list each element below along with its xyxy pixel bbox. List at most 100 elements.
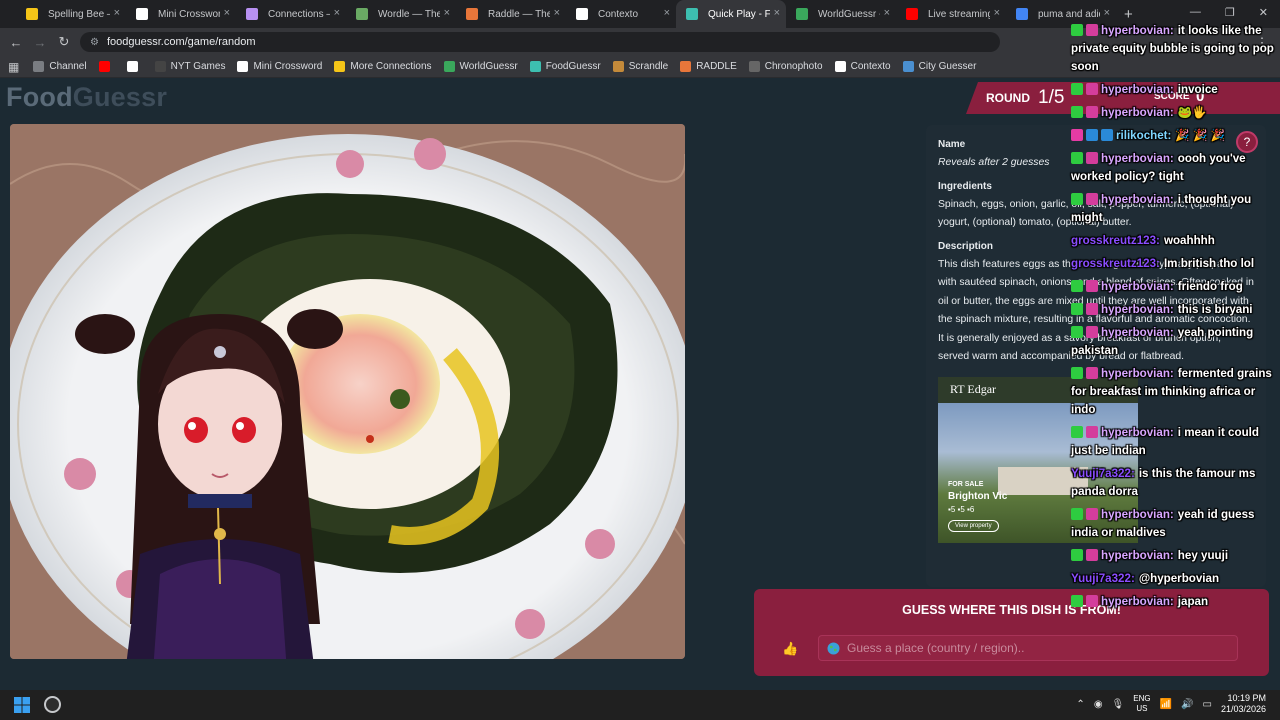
tab-close-icon[interactable]: × (224, 7, 230, 19)
bookmark-item[interactable]: City Guesser (902, 61, 976, 72)
forward-icon[interactable]: → (28, 35, 52, 50)
chrome-taskbar-icon[interactable] (44, 696, 61, 713)
tab-close-icon[interactable]: × (554, 7, 560, 19)
chevron-up-icon[interactable]: ⌃ (1076, 699, 1084, 710)
reload-icon[interactable]: ↻ (52, 34, 76, 50)
bookmark-favicon-icon (680, 61, 692, 72)
chat-username[interactable]: hyperbovian: (1101, 367, 1174, 380)
chat-username[interactable]: hyperbovian: (1101, 326, 1174, 339)
chat-text: friendo frog (1177, 280, 1243, 293)
tab-close-icon[interactable]: × (1104, 7, 1110, 19)
new-tab-icon[interactable]: + (1124, 6, 1133, 23)
chat-username[interactable]: rilikochet: (1116, 129, 1171, 142)
volume-icon[interactable]: 🔊 (1181, 699, 1193, 710)
chat-badge-icon (1071, 303, 1083, 315)
system-tray: ⌃ ◉ 🎙 ENG US 📶 🔊 ▭ 10:19 PM 21/03/2026 (1076, 693, 1266, 715)
bookmark-label: Channel (49, 61, 87, 72)
bookmark-item[interactable]: Channel (33, 61, 87, 72)
close-window-icon[interactable]: ✕ (1259, 6, 1268, 19)
bookmark-item[interactable]: FoodGuessr (529, 61, 601, 72)
bookmark-item[interactable]: WorldGuessr (443, 61, 518, 72)
chat-username[interactable]: hyperbovian: (1101, 595, 1174, 608)
browser-tab[interactable]: Quick Play - Food × (676, 0, 786, 28)
chat-text: @hyperbovian (1138, 572, 1220, 585)
browser-tab[interactable]: Wordle — The Ne × (346, 0, 456, 28)
clock-time: 10:19 PM (1227, 693, 1266, 703)
chat-username[interactable]: hyperbovian: (1101, 426, 1174, 439)
bookmark-label: Mini Crossword (253, 61, 323, 72)
site-info-icon[interactable]: ⚙ (90, 37, 99, 48)
chat-badge-icon (1086, 426, 1098, 438)
chat-message: hyperbovian: it looks like the private eq… (1071, 22, 1275, 76)
browser-tab[interactable]: Connections — Th × (236, 0, 346, 28)
app-tray-icon[interactable]: ◉ (1094, 699, 1103, 710)
chat-username[interactable]: hyperbovian: (1101, 549, 1174, 562)
tab-close-icon[interactable]: × (994, 7, 1000, 19)
browser-tab[interactable]: Spelling Bee — Th × (16, 0, 126, 28)
bookmark-item[interactable]: Scrandle (612, 61, 668, 72)
bookmark-item[interactable]: NYT Games (154, 61, 225, 72)
chat-username[interactable]: hyperbovian: (1101, 83, 1174, 96)
foodguessr-page: FoodGuessr ROUND 1/5 SCORE 0 Name Reveal… (0, 24, 1280, 690)
chat-username[interactable]: grosskreutz123: (1071, 234, 1160, 247)
clock[interactable]: 10:19 PM 21/03/2026 (1221, 693, 1266, 715)
browser-tab[interactable]: Raddle — The W × (456, 0, 566, 28)
apps-grid-icon[interactable]: ▦ (8, 60, 19, 74)
bookmark-item[interactable]: Contexto (834, 61, 891, 72)
chat-username[interactable]: hyperbovian: (1101, 152, 1174, 165)
chat-username[interactable]: Yuuji7a322: (1071, 467, 1135, 480)
chat-username[interactable]: hyperbovian: (1101, 303, 1174, 316)
browser-tab[interactable]: Contexto × (566, 0, 676, 28)
url-field[interactable]: ⚙ foodguessr.com/game/random (80, 32, 1000, 52)
tab-close-icon[interactable]: × (334, 7, 340, 19)
bookmark-favicon-icon (529, 61, 541, 72)
chat-badge-icon (1071, 152, 1083, 164)
chat-username[interactable]: hyperbovian: (1101, 106, 1174, 119)
maximize-icon[interactable]: ❐ (1225, 6, 1235, 19)
bookmark-item[interactable]: More Connections (334, 61, 432, 72)
back-icon[interactable]: ← (4, 35, 28, 50)
lang-code: ENG (1133, 694, 1151, 703)
language-indicator[interactable]: ENG US (1133, 694, 1150, 714)
browser-tab[interactable]: Mini Crossword - × (126, 0, 236, 28)
tab-close-icon[interactable]: × (444, 7, 450, 19)
chat-badge-icon (1086, 303, 1098, 315)
bookmark-item[interactable]: Mini Crossword (237, 61, 322, 72)
browser-tab[interactable]: WorldGuessr - Pla × (786, 0, 896, 28)
tab-label: Wordle — The Ne (378, 8, 440, 20)
tab-label: Spelling Bee — Th (48, 8, 110, 20)
tab-close-icon[interactable]: × (884, 7, 890, 19)
minimize-icon[interactable]: — (1190, 6, 1201, 19)
tab-favicon-icon (246, 8, 258, 20)
bookmark-item[interactable] (126, 61, 143, 72)
tab-close-icon[interactable]: × (114, 7, 120, 19)
bookmark-label: More Connections (350, 61, 432, 72)
chat-username[interactable]: Yuuji7a322: (1071, 572, 1135, 585)
chat-username[interactable]: grosskreutz123: (1071, 257, 1160, 270)
tab-label: Quick Play - Food (708, 8, 770, 20)
tab-close-icon[interactable]: × (774, 7, 780, 19)
chat-username[interactable]: hyperbovian: (1101, 24, 1174, 37)
guess-input[interactable]: Guess a place (country / region).. (818, 635, 1238, 661)
chat-username[interactable]: hyperbovian: (1101, 280, 1174, 293)
streamer-avatar (75, 309, 343, 659)
tab-label: puma and adidas (1038, 8, 1100, 20)
chat-badge-icon (1086, 24, 1098, 36)
bookmark-favicon-icon (902, 61, 914, 72)
microphone-icon[interactable]: 🎙 (1112, 699, 1125, 710)
tab-close-icon[interactable]: × (664, 7, 670, 19)
browser-tab[interactable]: Live streaming - Y × (896, 0, 1006, 28)
wifi-icon[interactable]: 📶 (1160, 699, 1172, 710)
ad-view-button[interactable]: View property (948, 519, 999, 532)
site-logo[interactable]: FoodGuessr (6, 82, 167, 113)
battery-icon[interactable]: ▭ (1203, 699, 1212, 710)
thumbs-up-icon[interactable]: 👍 (782, 641, 798, 657)
windows-start-icon[interactable] (14, 697, 30, 713)
bookmark-item[interactable]: RADDLE (680, 61, 737, 72)
chat-username[interactable]: hyperbovian: (1101, 193, 1174, 206)
bookmark-item[interactable]: Chronophoto (748, 61, 823, 72)
chat-text: japan (1177, 595, 1209, 608)
bookmark-item[interactable] (98, 61, 115, 72)
bookmark-favicon-icon (443, 61, 455, 72)
chat-username[interactable]: hyperbovian: (1101, 508, 1174, 521)
